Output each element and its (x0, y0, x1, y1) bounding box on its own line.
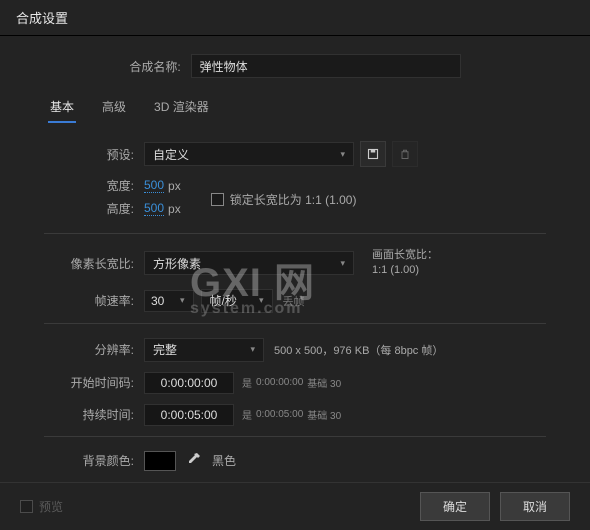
dialog-title: 合成设置 (0, 0, 590, 36)
chevron-down-icon: ▾ (250, 344, 255, 355)
start-timecode-meta: 是 0:00:00:00 基础 30 (242, 375, 341, 390)
delete-preset-button[interactable] (392, 141, 418, 167)
frame-rate-drop: 丢帧 (283, 293, 305, 309)
lock-aspect-checkbox[interactable] (211, 193, 224, 206)
trash-icon (399, 148, 411, 160)
chevron-down-icon: ▾ (259, 295, 264, 306)
divider (44, 436, 546, 437)
preview-label: 预览 (39, 498, 63, 515)
frame-rate-label: 帧速率: (44, 292, 134, 309)
tab-bar: 基本 高级 3D 渲染器 (24, 84, 566, 123)
ok-button[interactable]: 确定 (420, 492, 490, 521)
height-unit: px (168, 202, 181, 216)
chevron-down-icon: ▾ (340, 258, 345, 269)
pixel-aspect-value: 方形像素 (153, 255, 201, 272)
preset-label: 预设: (44, 146, 134, 163)
save-icon (367, 148, 379, 160)
tab-basic[interactable]: 基本 (48, 94, 76, 123)
frame-rate-unit-select[interactable]: 帧/秒 ▾ (201, 289, 273, 313)
pixel-aspect-select[interactable]: 方形像素 ▾ (144, 251, 354, 275)
comp-name-label: 合成名称: (129, 58, 180, 75)
duration-label: 持续时间: (44, 406, 134, 423)
preview-checkbox[interactable] (20, 500, 33, 513)
composition-settings-dialog: 合成设置 合成名称: 基本 高级 3D 渲染器 预设: 自定义 ▾ (0, 0, 590, 530)
width-label: 宽度: (44, 177, 134, 194)
tab-advanced[interactable]: 高级 (100, 94, 128, 123)
comp-name-input[interactable] (191, 54, 461, 78)
divider (44, 323, 546, 324)
eyedropper-icon[interactable] (186, 451, 202, 470)
cancel-button[interactable]: 取消 (500, 492, 570, 521)
duration-meta: 是 0:00:05:00 基础 30 (242, 407, 341, 422)
dialog-footer: 预览 确定 取消 (0, 482, 590, 530)
bg-color-label: 背景颜色: (44, 452, 134, 469)
resolution-info: 500 x 500，976 KB（每 8bpc 帧） (274, 342, 443, 358)
chevron-down-icon: ▾ (180, 295, 185, 306)
start-timecode-label: 开始时间码: (44, 374, 134, 391)
start-timecode-input[interactable] (144, 372, 234, 394)
resolution-select[interactable]: 完整 ▾ (144, 338, 264, 362)
chevron-down-icon: ▾ (340, 149, 345, 160)
width-value[interactable]: 500 (144, 178, 164, 193)
lock-aspect-label: 锁定长宽比为 1:1 (1.00) (230, 191, 357, 208)
resolution-label: 分辨率: (44, 341, 134, 358)
duration-input[interactable] (144, 404, 234, 426)
preset-select[interactable]: 自定义 ▾ (144, 142, 354, 166)
width-unit: px (168, 179, 181, 193)
pixel-aspect-label: 像素长宽比: (44, 255, 134, 272)
tab-3d-renderer[interactable]: 3D 渲染器 (152, 94, 211, 123)
preset-value: 自定义 (153, 146, 189, 163)
frame-aspect-info: 画面长宽比： 1:1 (1.00) (372, 248, 438, 279)
frame-rate-input[interactable] (144, 290, 194, 312)
save-preset-button[interactable] (360, 141, 386, 167)
bg-color-name: 黑色 (212, 452, 236, 469)
frame-rate-unit-value: 帧/秒 (210, 292, 237, 309)
bg-color-swatch[interactable] (144, 451, 176, 471)
height-value[interactable]: 500 (144, 201, 164, 216)
resolution-value: 完整 (153, 341, 177, 358)
height-label: 高度: (44, 200, 134, 217)
divider (44, 233, 546, 234)
